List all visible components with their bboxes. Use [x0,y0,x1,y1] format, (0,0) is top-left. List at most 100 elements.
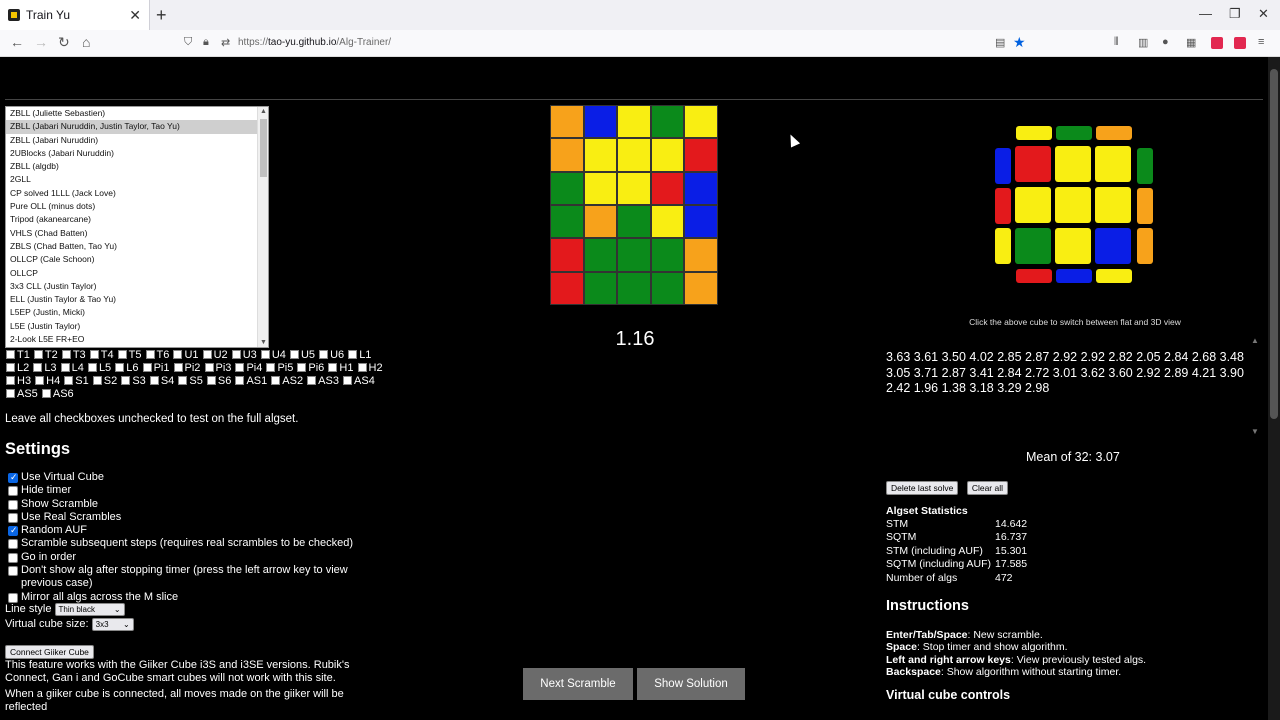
lock-icon[interactable]: 🔒︎ [203,36,209,49]
extensions-icon[interactable]: ▦ [1186,36,1196,49]
algset-option[interactable]: ELL (Justin Taylor & Tao Yu) [6,293,268,306]
case-checkbox[interactable]: AS6 [41,388,74,400]
case-checkbox[interactable]: S5 [177,375,206,387]
case-checkbox[interactable]: T6 [145,349,173,361]
close-window-icon[interactable]: ✕ [1258,6,1269,22]
checkbox-icon[interactable] [343,376,353,385]
checkbox-icon[interactable] [178,376,188,385]
menu-icon[interactable]: ≡ [1258,36,1264,48]
checkbox-icon[interactable] [89,350,99,359]
checkbox-icon[interactable] [115,363,125,372]
scroll-up-icon[interactable]: ▲ [260,108,267,115]
checkbox-icon[interactable] [357,363,367,372]
case-checkbox[interactable]: L5 [87,362,114,374]
checkbox-icon[interactable] [173,363,183,372]
clear-all-button[interactable]: Clear all [966,481,1009,495]
checkbox-icon[interactable] [260,350,270,359]
checkbox-icon[interactable] [348,350,358,359]
case-checkbox[interactable]: T1 [5,349,33,361]
checkbox-icon[interactable] [206,376,216,385]
algset-option[interactable]: L5E (Justin Taylor) [6,320,268,333]
library-icon[interactable]: ⫴ [1114,36,1119,49]
checkbox-icon[interactable] [235,363,245,372]
case-checkbox[interactable]: T5 [117,349,145,361]
checkbox-icon[interactable] [121,376,131,385]
cube-size-select[interactable]: 3x3 ⌄ [91,618,134,631]
setting-option[interactable]: Use Virtual Cube [5,471,385,484]
scroll-down-icon[interactable]: ▼ [260,339,267,346]
case-checkbox[interactable]: U1 [172,349,201,361]
checkbox-icon[interactable] [60,363,70,372]
case-checkbox[interactable]: AS1 [234,375,270,387]
setting-option[interactable]: Mirror all algs across the M slice [5,591,385,604]
case-checkbox[interactable]: AS4 [342,375,375,387]
case-checkbox[interactable]: Pi5 [265,362,296,374]
case-checkbox[interactable]: T2 [33,349,61,361]
case-checkbox[interactable]: S3 [120,375,149,387]
forward-icon[interactable]: → [34,34,48,50]
checkbox-icon[interactable] [35,376,45,385]
case-checkbox[interactable]: Pi2 [173,362,204,374]
algset-option[interactable]: Pure OLL (minus dots) [6,200,268,213]
case-checkbox[interactable]: S6 [206,375,235,387]
case-checkbox[interactable]: S1 [63,375,92,387]
algset-option[interactable]: ZBLL (Juliette Sebastien) [6,107,268,120]
checkbox-icon[interactable] [6,363,15,372]
back-icon[interactable]: ← [10,34,24,50]
case-checkbox[interactable]: H1 [327,362,356,374]
setting-checkbox[interactable] [8,471,18,484]
checkbox-icon[interactable] [87,363,97,372]
setting-checkbox[interactable] [8,486,18,497]
algset-list[interactable]: ZBLL (Juliette Sebastien) ZBLL (Jabari Nu… [5,106,269,348]
case-checkbox[interactable]: T3 [61,349,89,361]
cube-3d-view[interactable] [994,126,1156,286]
checkbox-icon[interactable] [173,350,183,359]
setting-option[interactable]: Hide timer [5,484,385,497]
restore-icon[interactable]: ❐ [1229,6,1241,22]
reload-icon[interactable]: ↻ [58,34,70,51]
url-bar[interactable]: https://tao-yu.github.io/Alg-Trainer/ [238,37,391,48]
permissions-icon[interactable]: ⇄ [221,36,230,49]
checkbox-icon[interactable] [41,389,51,398]
home-icon[interactable]: ⌂ [82,34,90,50]
checkbox-icon[interactable] [266,363,276,372]
case-checkbox[interactable]: AS3 [306,375,342,387]
checkbox-icon[interactable] [297,363,307,372]
checkbox-icon[interactable] [202,350,212,359]
minimize-icon[interactable]: — [1199,6,1212,21]
shield-icon[interactable]: ⛉ [184,36,192,49]
setting-option[interactable]: Scramble subsequent steps (requires real… [5,537,385,550]
case-checkbox[interactable]: Pi1 [142,362,173,374]
checkbox-icon[interactable] [235,376,245,385]
algset-option[interactable]: CP solved 1LLL (Jack Love) [6,187,268,200]
setting-option[interactable]: Use Real Scrambles [5,511,385,524]
case-checkbox[interactable]: L2 [5,362,32,374]
setting-checkbox[interactable] [8,524,18,537]
setting-checkbox[interactable] [8,539,18,550]
case-checkbox[interactable]: L4 [60,362,87,374]
case-checkbox[interactable]: U4 [260,349,289,361]
case-checkbox[interactable]: L1 [347,349,371,361]
algset-option[interactable]: 2UBlocks (Jabari Nuruddin) [6,147,268,160]
case-checkbox[interactable]: S2 [92,375,121,387]
checkbox-icon[interactable] [117,350,127,359]
case-checkbox[interactable]: L6 [114,362,141,374]
case-checkbox[interactable]: H4 [34,375,63,387]
algset-option[interactable]: 3x3 CLL (Justin Taylor) [6,280,268,293]
case-checkbox[interactable]: AS5 [5,388,41,400]
algset-option[interactable]: Tripod (akanearcane) [6,213,268,226]
setting-option[interactable]: Don't show alg after stopping timer (pre… [5,564,385,591]
times-scrollbar[interactable]: ▲ ▼ [1251,336,1261,436]
case-checkbox[interactable]: U2 [202,349,231,361]
page-scrollbar[interactable] [1268,57,1280,720]
case-checkbox[interactable]: U5 [289,349,318,361]
checkbox-icon[interactable] [33,350,43,359]
line-style-select[interactable]: Thin black ⌄ [54,603,125,616]
show-solution-button[interactable]: Show Solution [637,668,745,700]
algset-option[interactable]: 2-Look L5E FR+EO [6,333,268,346]
checkbox-icon[interactable] [6,389,15,398]
case-checkbox[interactable]: L3 [32,362,59,374]
setting-option[interactable]: Show Scramble [5,498,385,511]
next-scramble-button[interactable]: Next Scramble [523,668,633,700]
algset-option[interactable]: L5EP (Justin, Micki) [6,306,268,319]
